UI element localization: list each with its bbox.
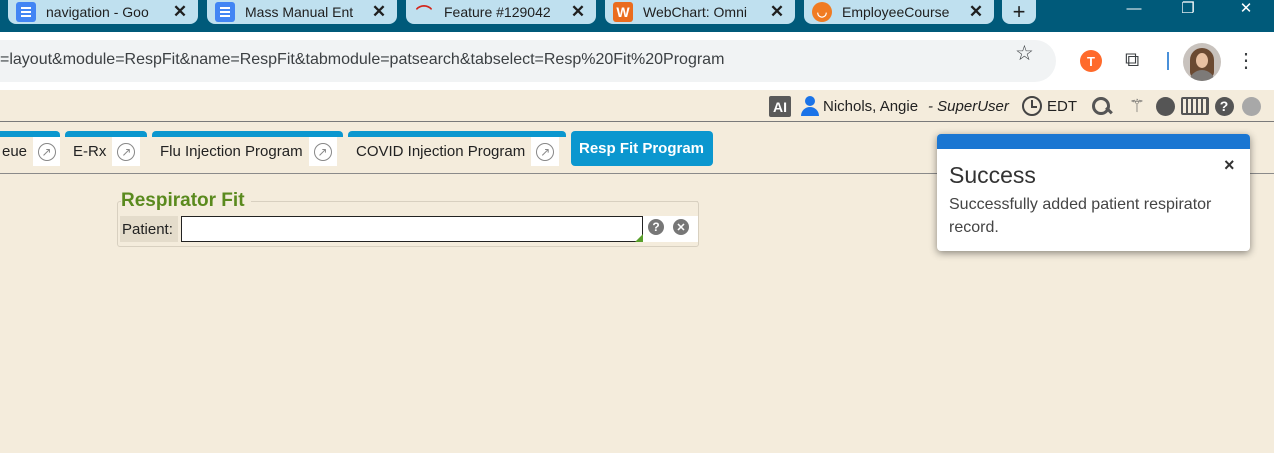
browser-tab-strip: navigation - Goo ✕ Mass Manual Ent ✕ ⌒ F…	[0, 0, 1274, 32]
toast-close-button[interactable]: ×	[1224, 155, 1235, 176]
minimize-button[interactable]: —	[1106, 0, 1162, 17]
redmine-icon: ⌒	[415, 6, 432, 23]
new-tab-button[interactable]: +	[1002, 0, 1036, 24]
open-tab-button[interactable]: ↗	[308, 137, 337, 166]
app-user-bar: AI Nichols, Angie - SuperUser EDT ⚚	[0, 90, 1274, 122]
browser-tab-feature[interactable]: ⌒ Feature #129042 ✕	[406, 0, 596, 24]
tab-label: COVID Injection Program	[356, 143, 526, 160]
browser-tab-webchart[interactable]: W WebChart: Omni ✕	[605, 0, 795, 24]
magic-wand-icon[interactable]: ⚚	[1125, 94, 1149, 118]
extensions-puzzle-icon[interactable]: ⧉	[1125, 49, 1139, 72]
url-text[interactable]: =layout&module=RespFit&name=RespFit&tabm…	[0, 51, 724, 69]
tab-queue[interactable]: eue ↗	[0, 131, 60, 166]
help-icon[interactable]	[1213, 94, 1235, 118]
browser-tab-title: WebChart: Omni	[643, 4, 747, 20]
browser-tab-employee-course[interactable]: ◡ EmployeeCourse ✕	[804, 0, 994, 24]
google-docs-icon	[16, 2, 36, 22]
avatar-face	[1196, 53, 1208, 68]
employee-course-icon: ◡	[812, 2, 832, 22]
extension-icon[interactable]: T	[1080, 50, 1102, 72]
close-tab-icon[interactable]: ✕	[369, 2, 389, 22]
patient-help-icon[interactable]: ?	[648, 219, 664, 235]
browser-tab-title: EmployeeCourse	[842, 4, 950, 20]
status-indicator-icon	[1240, 94, 1262, 118]
browser-tab-title: navigation - Goo	[46, 4, 149, 20]
close-tab-icon[interactable]: ✕	[568, 2, 588, 22]
close-tab-icon[interactable]: ✕	[966, 2, 986, 22]
browser-tab-title: Feature #129042	[444, 4, 551, 20]
arrow-up-right-icon: ↗	[536, 142, 555, 161]
address-bar[interactable]: =layout&module=RespFit&name=RespFit&tabm…	[0, 40, 1056, 82]
profile-avatar[interactable]	[1183, 43, 1221, 81]
open-tab-button[interactable]: ↗	[112, 137, 141, 166]
browser-tab-title: Mass Manual Ent	[245, 4, 354, 20]
arrow-up-right-icon: ↗	[313, 142, 332, 161]
close-window-button[interactable]: ✕	[1218, 0, 1274, 17]
open-tab-button[interactable]: ↗	[531, 137, 560, 166]
fieldset-divider	[260, 201, 698, 202]
patient-clear-icon[interactable]: ✕	[673, 219, 689, 235]
user-name[interactable]: Nichols, Angie	[823, 98, 918, 115]
user-icon	[801, 96, 819, 116]
toast-accent-bar	[937, 134, 1250, 149]
toast-message: Successfully added patient respirator re…	[949, 196, 1212, 236]
tab-covid-injection[interactable]: COVID Injection Program ↗	[348, 131, 566, 166]
webchart-icon: W	[613, 2, 633, 22]
tab-flu-injection[interactable]: Flu Injection Program ↗	[152, 131, 343, 166]
tab-label: Flu Injection Program	[160, 143, 303, 160]
keyboard-icon[interactable]	[1181, 94, 1209, 118]
resize-corner-icon	[635, 234, 643, 242]
bookmark-star-icon[interactable]: ☆	[1015, 41, 1034, 66]
close-tab-icon[interactable]: ✕	[767, 2, 787, 22]
timezone-label: EDT	[1047, 98, 1077, 115]
restore-button[interactable]: ❐	[1160, 0, 1216, 17]
arrow-up-right-icon: ↗	[37, 142, 56, 161]
toolbar-separator	[1167, 52, 1169, 70]
toast-title: Success	[949, 162, 1036, 188]
tab-resp-fit-program[interactable]: Resp Fit Program	[571, 131, 713, 166]
browser-tab-mass-manual[interactable]: Mass Manual Ent ✕	[207, 0, 397, 24]
google-docs-icon	[215, 2, 235, 22]
search-icon[interactable]	[1090, 94, 1114, 118]
tab-label: Resp Fit Program	[579, 140, 705, 157]
globe-icon[interactable]	[1154, 94, 1176, 118]
ai-badge[interactable]: AI	[769, 96, 791, 117]
browser-tab-navigation[interactable]: navigation - Goo ✕	[8, 0, 198, 24]
tab-label: eue	[2, 143, 28, 160]
success-toast: × Success Successfully added patient res…	[937, 134, 1250, 251]
clock-icon	[1022, 96, 1042, 116]
arrow-up-right-icon: ↗	[117, 142, 136, 161]
respirator-fit-title: Respirator Fit	[121, 190, 251, 212]
tab-label: E-Rx	[73, 143, 107, 160]
address-bar-row: =layout&module=RespFit&name=RespFit&tabm…	[0, 32, 1274, 90]
patient-label: Patient:	[120, 216, 178, 242]
open-tab-button[interactable]: ↗	[33, 137, 60, 166]
patient-search-input[interactable]	[181, 216, 643, 242]
browser-menu-icon[interactable]: ⋮	[1236, 50, 1256, 72]
user-role: - SuperUser	[928, 98, 1009, 115]
close-tab-icon[interactable]: ✕	[170, 2, 190, 22]
tab-e-rx[interactable]: E-Rx ↗	[65, 131, 147, 166]
